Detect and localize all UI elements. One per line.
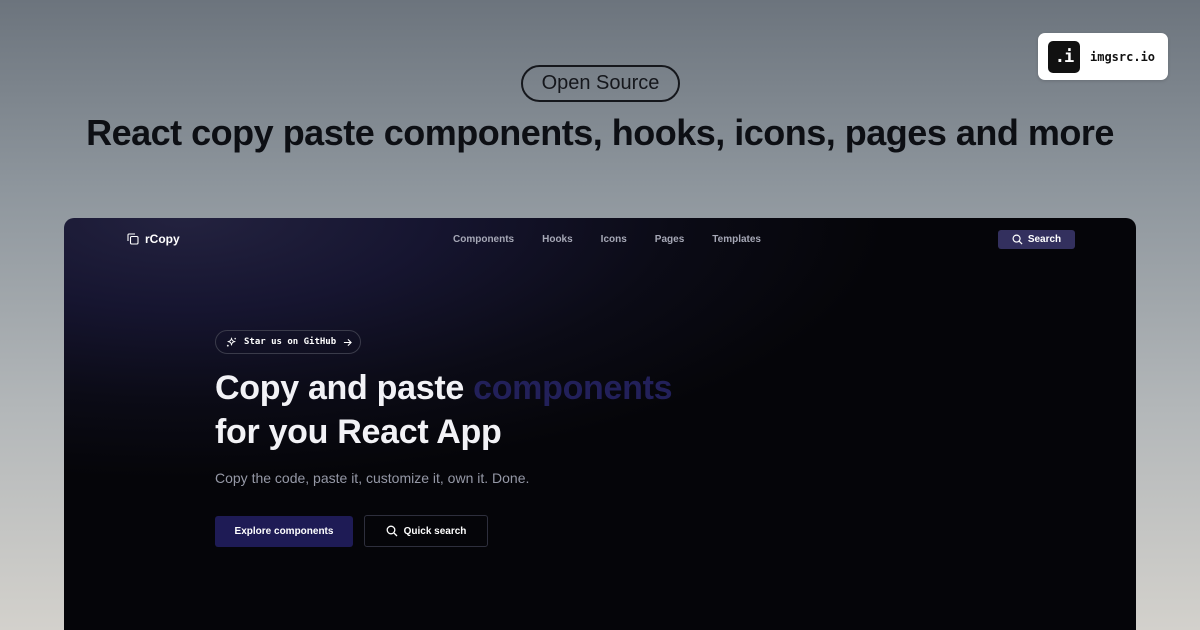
app-logo[interactable]: rCopy bbox=[127, 232, 180, 246]
main-nav: Components Hooks Icons Pages Templates bbox=[453, 234, 789, 245]
search-icon bbox=[386, 525, 398, 537]
explore-components-button[interactable]: Explore components bbox=[215, 516, 353, 547]
sparkle-icon bbox=[226, 336, 237, 348]
arrow-right-icon bbox=[343, 338, 352, 347]
open-source-badge: Open Source bbox=[521, 65, 680, 102]
hero-title: Copy and paste components for you React … bbox=[215, 366, 673, 454]
hero-title-accent: components bbox=[473, 369, 673, 407]
nav-link-components[interactable]: Components bbox=[453, 234, 514, 245]
nav-link-templates[interactable]: Templates bbox=[712, 234, 761, 245]
search-icon bbox=[1012, 234, 1023, 245]
quick-search-label: Quick search bbox=[403, 525, 467, 537]
app-preview-window: rCopy Components Hooks Icons Pages Templ… bbox=[64, 218, 1136, 630]
github-star-label: Star us on GitHub bbox=[244, 337, 337, 347]
nav-link-hooks[interactable]: Hooks bbox=[542, 234, 573, 245]
imgsrc-badge: .i imgsrc.io bbox=[1038, 33, 1168, 80]
nav-link-icons[interactable]: Icons bbox=[601, 234, 627, 245]
page-headline: React copy paste components, hooks, icon… bbox=[86, 112, 1114, 153]
hero-title-part1: Copy and paste bbox=[215, 369, 474, 407]
quick-search-button[interactable]: Quick search bbox=[364, 515, 488, 547]
github-star-link[interactable]: Star us on GitHub bbox=[215, 330, 361, 354]
search-button[interactable]: Search bbox=[998, 230, 1075, 249]
imgsrc-brand-name: imgsrc.io bbox=[1090, 49, 1156, 64]
imgsrc-logo-icon: .i bbox=[1048, 40, 1080, 73]
copy-icon bbox=[127, 233, 139, 245]
app-logo-label: rCopy bbox=[145, 232, 180, 246]
hero-title-line2: for you React App bbox=[215, 413, 502, 451]
nav-link-pages[interactable]: Pages bbox=[655, 234, 684, 245]
hero-subtitle: Copy the code, paste it, customize it, o… bbox=[215, 470, 530, 486]
search-button-label: Search bbox=[1027, 234, 1062, 245]
